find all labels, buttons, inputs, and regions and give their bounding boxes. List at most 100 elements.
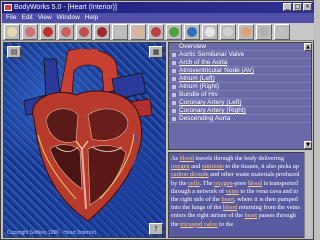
brain-icon xyxy=(25,27,35,37)
eye-icon xyxy=(115,27,125,37)
topic-item[interactable]: Atrioventricular Node (AV) xyxy=(169,67,311,75)
pointer-icon xyxy=(223,27,233,37)
glossary-link[interactable]: cells xyxy=(188,180,200,187)
list-scroll-down-arrow[interactable]: ▼ xyxy=(304,141,312,149)
hand-icon xyxy=(133,27,143,37)
bullet-icon xyxy=(172,93,176,97)
glossary-link[interactable]: carbon dioxide xyxy=(171,171,209,178)
menu-view[interactable]: View xyxy=(38,13,52,23)
topic-item[interactable]: Atrium (Right) xyxy=(169,83,311,91)
topic-label: Atrioventricular Node (AV) xyxy=(179,67,255,74)
list-scroll-up-arrow[interactable]: ▲ xyxy=(304,43,312,51)
menu-help[interactable]: Help xyxy=(85,13,98,23)
topic-label: Coronary Artery (Right) xyxy=(179,107,246,114)
app-icon[interactable] xyxy=(4,4,12,11)
menu-bar: File Edit View Window Help xyxy=(2,13,314,23)
bullet-icon xyxy=(172,69,176,73)
stomach-icon xyxy=(79,27,89,37)
topic-item[interactable]: Coronary Artery (Left) xyxy=(169,99,311,107)
bullet-icon xyxy=(172,109,176,113)
topic-list[interactable]: Overview Aortic Semilunar Valve Arch of t… xyxy=(168,42,312,150)
lungs-icon xyxy=(61,27,71,37)
skeleton-icon xyxy=(205,27,215,37)
zoom-icon xyxy=(259,27,269,37)
topic-item[interactable]: Arch of the Aorta xyxy=(169,59,311,67)
topic-item[interactable]: Atrium (Left) xyxy=(169,75,311,83)
window-title: BodyWorks 5.0 - [Heart (Interior)] xyxy=(14,4,117,11)
app-window: BodyWorks 5.0 - [Heart (Interior)] _ □ ×… xyxy=(0,0,314,240)
cell-tool-button[interactable] xyxy=(184,24,200,40)
stomach-tool-button[interactable] xyxy=(76,24,92,40)
topic-item[interactable]: Bundle of His xyxy=(169,91,311,99)
muscle-tool-button[interactable] xyxy=(148,24,164,40)
minimize-button[interactable]: _ xyxy=(283,3,292,11)
help-tool-button[interactable] xyxy=(274,24,290,40)
description-segment: to the tissues, it also picks up xyxy=(223,163,300,171)
glossary-link[interactable]: blood xyxy=(180,155,194,162)
menu-edit[interactable]: Edit xyxy=(21,13,32,23)
topic-label: Bundle of His xyxy=(179,91,218,98)
tissue-tool-button[interactable] xyxy=(166,24,182,40)
glossary-link[interactable]: veins xyxy=(226,188,239,195)
muscle-icon xyxy=(151,27,161,37)
kidney-tool-button[interactable] xyxy=(94,24,110,40)
topic-label: Descending Aorta xyxy=(179,115,231,122)
description-segment: . The xyxy=(199,179,215,187)
topic-item[interactable]: Aortic Semilunar Valve xyxy=(169,51,311,59)
body-tool-button[interactable] xyxy=(238,24,254,40)
glossary-link[interactable]: blood xyxy=(223,204,237,211)
bullet-icon xyxy=(172,61,176,65)
maximize-button[interactable]: □ xyxy=(293,3,302,11)
skull-tool-button[interactable] xyxy=(4,24,20,40)
glossary-link[interactable]: tricuspid valve xyxy=(180,221,217,228)
bullet-icon xyxy=(172,101,176,105)
tissue-icon xyxy=(169,27,179,37)
skeleton-tool-button[interactable] xyxy=(202,24,218,40)
help-icon xyxy=(277,27,287,37)
pointer-tool-button[interactable] xyxy=(220,24,236,40)
menu-file[interactable]: File xyxy=(6,13,16,23)
help-button[interactable]: ? xyxy=(149,223,163,235)
window-controls: _ □ × xyxy=(283,3,312,11)
topic-label: Arch of the Aorta xyxy=(179,59,228,66)
eye-tool-button[interactable] xyxy=(112,24,128,40)
kidney-icon xyxy=(97,27,107,37)
glossary-link[interactable]: blood xyxy=(248,180,262,187)
glossary-link[interactable]: nutrients xyxy=(202,163,224,170)
glossary-link[interactable]: oxygen xyxy=(214,180,233,187)
description-segment: to the xyxy=(217,220,234,228)
lungs-tool-button[interactable] xyxy=(58,24,74,40)
description-segment: travels through the body delivering xyxy=(193,155,284,162)
glossary-link[interactable]: heart xyxy=(222,196,235,203)
description-text: As blood travels through the body delive… xyxy=(168,152,312,238)
info-panel: Overview Aortic Semilunar Valve Arch of t… xyxy=(168,42,312,238)
cell-icon xyxy=(187,27,197,37)
description-segment: -poor xyxy=(232,179,248,187)
menu-window[interactable]: Window xyxy=(57,13,80,23)
bullet-icon xyxy=(172,117,176,121)
close-button[interactable]: × xyxy=(303,3,312,11)
glossary-link[interactable]: oxygen xyxy=(171,163,190,170)
title-bar[interactable]: BodyWorks 5.0 - [Heart (Interior)] _ □ × xyxy=(2,2,314,13)
toolbar xyxy=(2,23,314,41)
heart-illustration[interactable] xyxy=(16,49,156,225)
bullet-icon xyxy=(172,77,176,81)
bullet-icon xyxy=(172,85,176,89)
topic-label: Atrium (Right) xyxy=(179,83,220,90)
topic-item[interactable]: Descending Aorta xyxy=(169,115,311,123)
topic-overview[interactable]: Overview xyxy=(169,43,311,51)
description-segment: As xyxy=(171,155,180,162)
topic-item[interactable]: Coronary Artery (Right) xyxy=(169,107,311,115)
body-icon xyxy=(241,27,251,37)
anatomy-image-pane[interactable]: ▤ ▦ ? Copyright Softkey 1996 · Heart (In… xyxy=(3,42,166,238)
heart-tool-button[interactable] xyxy=(40,24,56,40)
image-caption: Copyright Softkey 1996 · Heart (Interior… xyxy=(7,230,96,236)
zoom-tool-button[interactable] xyxy=(256,24,272,40)
bullet-icon xyxy=(172,53,176,57)
glossary-link[interactable]: heart xyxy=(244,212,257,219)
description-segment: and xyxy=(189,163,202,171)
hand-tool-button[interactable] xyxy=(130,24,146,40)
topic-label: Aortic Semilunar Valve xyxy=(179,51,245,58)
description-scrollbar[interactable] xyxy=(304,152,312,238)
brain-tool-button[interactable] xyxy=(22,24,38,40)
